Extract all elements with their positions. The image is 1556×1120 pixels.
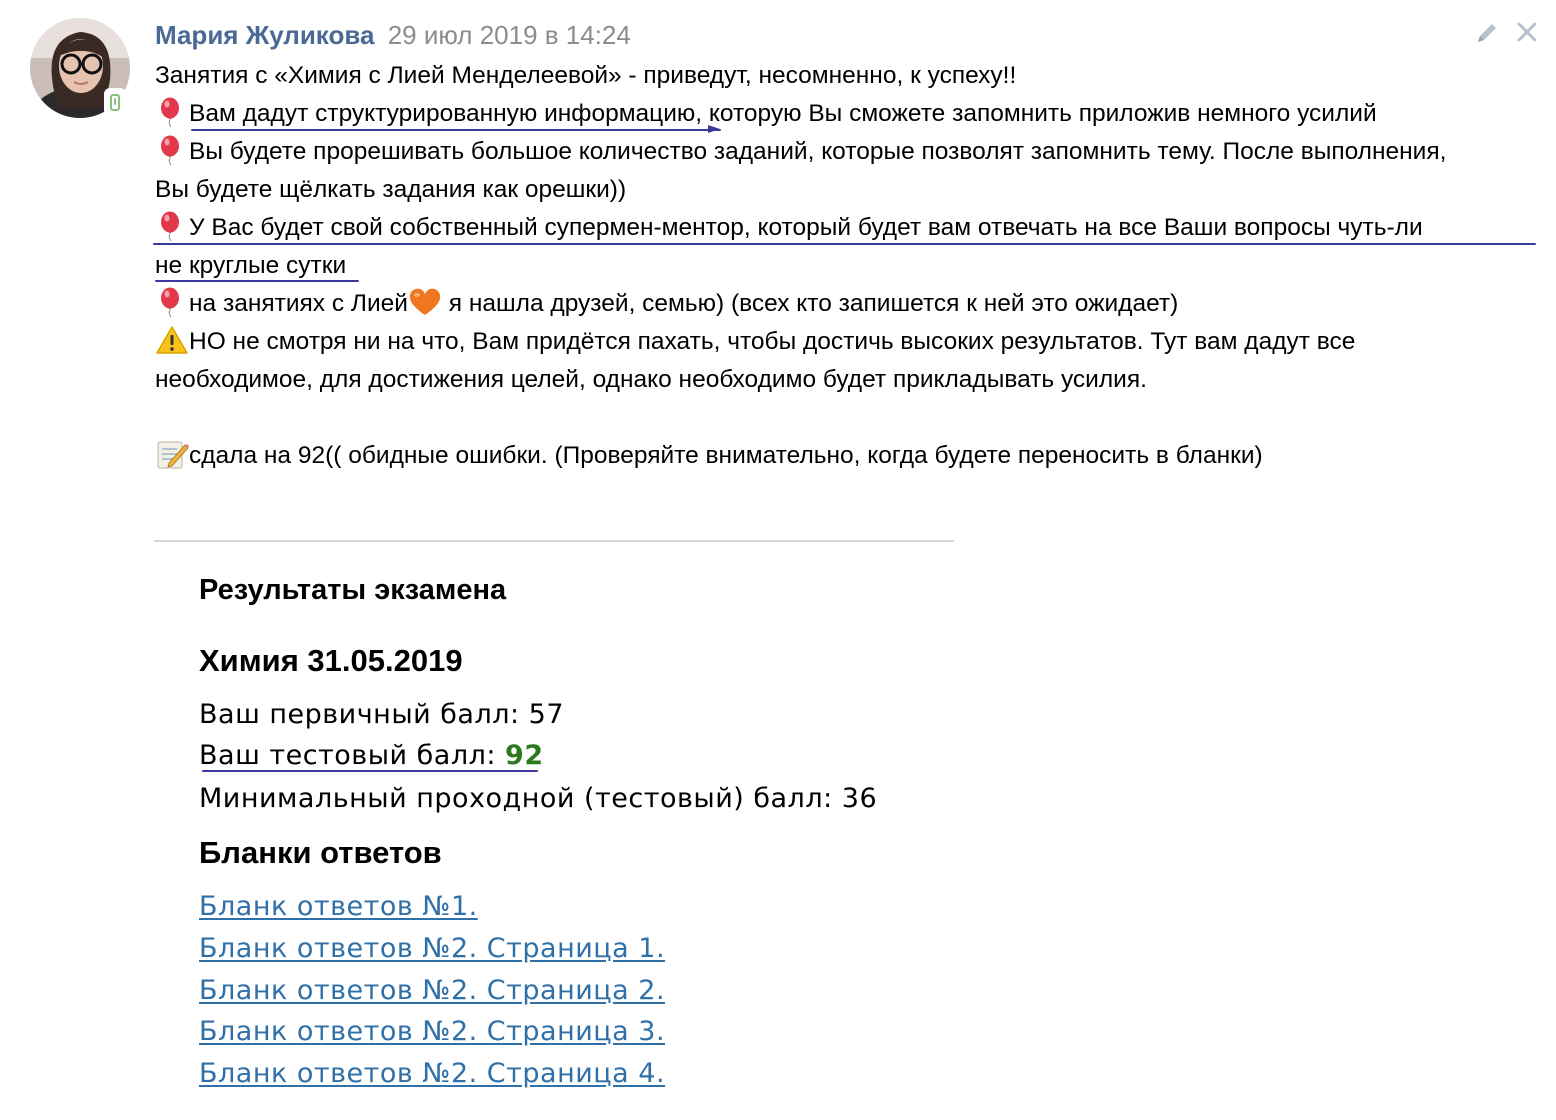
text-line: Вы будете щёлкать задания как орешки)) [155,171,1545,209]
exam-results-image[interactable]: Результаты экзамена Химия 31.05.2019 Ваш… [199,570,999,1089]
text-segment: Занятия с «Химия с Лией Менделеевой» - п… [155,62,1017,89]
answer-form-link[interactable]: Бланк ответов №2. Страница 3. [199,1014,665,1050]
balloon-icon [161,97,179,127]
primary-score-row: Ваш первичный балл: 57 [199,697,564,733]
text-segment: сдала на 92(( обидные ошибки. (Проверяйт… [189,442,1263,469]
orange-heart-icon [409,288,441,315]
test-score-row: Ваш тестовый балл: 92 [199,738,544,774]
text-line: НО не смотря ни на что, Вам придётся пах… [155,323,1545,361]
text-line: не круглые сутки [155,247,1545,285]
text-segment: У Вас будет свой собственный супермен-ме… [189,214,1423,241]
pen-annotation [155,280,359,282]
results-title: Результаты экзамена [199,574,507,606]
answer-form-link[interactable]: Бланк ответов №2. Страница 2. [199,973,665,1009]
text-line: Вам дадут структурированную информацию, … [155,95,1545,133]
text-segment: я нашла друзей, семью) (всех кто запишет… [441,290,1179,317]
primary-score-value: 57 [528,699,565,730]
answer-form-link[interactable]: Бланк ответов №1. [199,889,478,925]
text-segment: необходимое, для достижения целей, однак… [155,366,1147,393]
balloon-icon [161,287,179,317]
author-name[interactable]: Мария Жуликова [155,20,374,50]
answer-forms-title: Бланки ответов [199,835,442,870]
underlined-text: не круглые сутки [155,252,347,279]
text-line: У Вас будет свой собственный супермен-ме… [153,209,1545,247]
min-score-label: Минимальный проходной (тестовый) балл: [199,783,842,814]
min-score-row: Минимальный проходной (тестовый) балл: 3… [199,781,877,817]
answer-form-link[interactable]: Бланк ответов №2. Страница 1. [199,931,665,967]
primary-score-label: Ваш первичный балл: [199,699,529,730]
text-line: необходимое, для достижения целей, однак… [155,361,1545,399]
balloon-icon [161,135,179,165]
text-segment: Вы будете прорешивать большое количество… [189,138,1447,165]
text-segment: НО не смотря ни на что, Вам придётся пах… [189,328,1356,355]
pen-annotation [153,243,1536,245]
warning-icon [156,326,188,354]
post-header: Мария Жуликова 29 июл 2019 в 14:24 [155,19,631,51]
balloon-icon [161,211,179,241]
mobile-online-icon [104,88,126,116]
post-text: Занятия с «Химия с Лией Менделеевой» - п… [153,57,1545,475]
test-score-label: Ваш тестовый балл: [199,740,506,771]
post-date[interactable]: 29 июл 2019 в 14:24 [388,20,631,50]
attachment-divider [154,540,954,542]
text-segment: Вы будете щёлкать задания как орешки)) [155,176,627,203]
pen-annotation [202,770,538,772]
empty-line [155,399,1545,437]
text-line: на занятиях с Лией я нашла друзей, семью… [155,285,1545,323]
post: Мария Жуликова 29 июл 2019 в 14:24 Занят… [0,0,1556,1120]
min-score-value: 36 [841,783,878,814]
text-segment: , которую Вы сможете запомнить приложив … [695,100,1377,127]
close-icon[interactable] [1515,20,1539,44]
answer-form-link[interactable]: Бланк ответов №2. Страница 4. [199,1056,665,1092]
text-line: сдала на 92(( обидные ошибки. (Проверяйт… [155,437,1545,475]
pencil-icon[interactable] [1474,20,1500,46]
test-score-value: 92 [505,740,544,771]
results-subject: Химия 31.05.2019 [199,643,463,678]
text-segment: на занятиях с Лией [189,290,408,317]
pen-annotation [191,129,721,131]
text-line: Вы будете прорешивать большое количество… [155,133,1545,171]
memo-icon [157,441,189,469]
underlined-text: Вам дадут структурированную информацию [189,100,696,127]
text-line: Занятия с «Химия с Лией Менделеевой» - п… [155,57,1545,95]
